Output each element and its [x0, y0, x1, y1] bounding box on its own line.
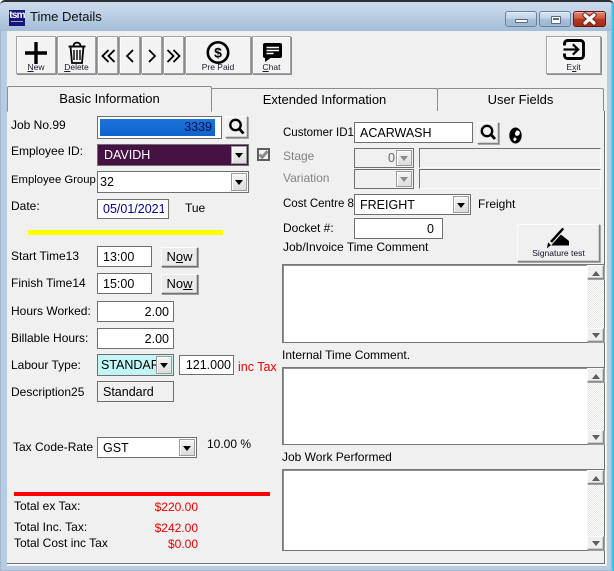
svg-text:$: $: [214, 45, 222, 61]
